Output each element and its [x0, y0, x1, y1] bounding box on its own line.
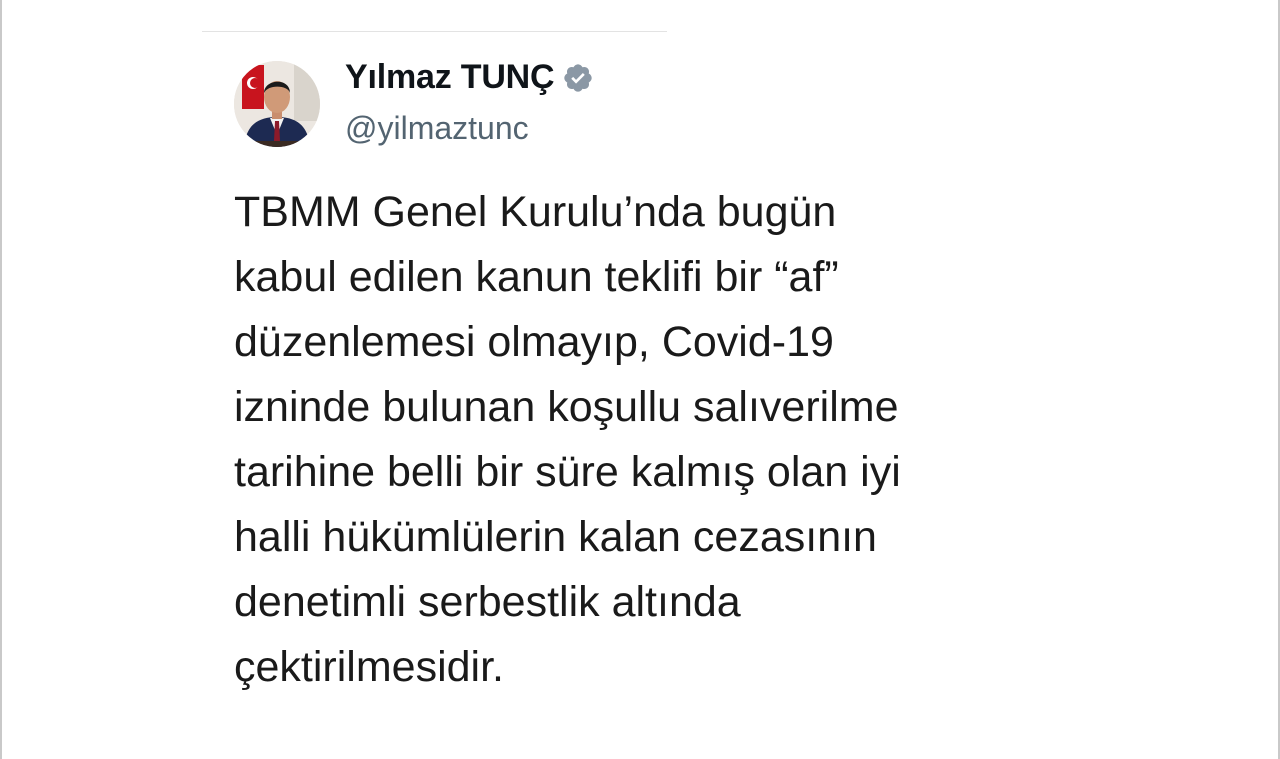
display-name[interactable]: Yılmaz TUNÇ: [345, 58, 555, 97]
avatar[interactable]: [234, 61, 320, 147]
divider: [202, 31, 667, 32]
verified-badge-icon: [562, 62, 594, 94]
tweet-text: TBMM Genel Kurulu’nda bugün kabul edilen…: [234, 188, 901, 691]
avatar-image: [234, 61, 320, 147]
user-handle[interactable]: @yilmaztunc: [345, 110, 529, 147]
author-name-row: Yılmaz TUNÇ: [345, 58, 594, 97]
screenshot-frame: Yılmaz TUNÇ @yilmaztunc TBMM Genel Kurul…: [0, 0, 1280, 759]
